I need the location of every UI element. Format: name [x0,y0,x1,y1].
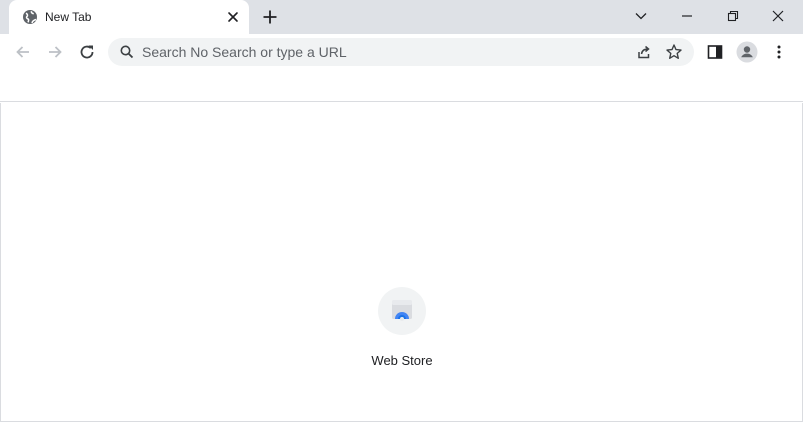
close-window-button[interactable] [755,0,801,32]
side-panel-icon [707,45,723,59]
tab-title: New Tab [45,10,92,24]
close-icon[interactable] [225,9,241,25]
web-store-icon [392,300,412,321]
reload-button[interactable] [75,40,99,64]
chevron-down-icon [635,13,647,20]
tab-new-tab[interactable]: New Tab [9,0,249,34]
profile-icon [736,41,758,63]
shortcut-web-store[interactable]: Web Store [362,285,442,375]
toolbar [0,34,803,70]
omnibox[interactable] [108,38,694,66]
tab-strip: New Tab [0,0,803,34]
new-tab-page: Web Store [0,103,803,422]
tab-search-button[interactable] [618,0,664,32]
minimize-button[interactable] [664,0,710,32]
globe-icon [22,9,38,25]
back-button[interactable] [11,40,35,64]
profile-button[interactable] [735,40,759,64]
search-icon [119,44,135,60]
menu-button[interactable] [767,40,791,64]
close-icon [772,10,784,22]
forward-button[interactable] [43,40,67,64]
share-icon[interactable] [634,42,654,62]
kebab-menu-icon [777,45,781,59]
restore-icon [727,10,739,22]
arrow-left-icon [16,46,29,58]
side-panel-button[interactable] [703,40,727,64]
restore-button[interactable] [710,0,756,32]
bookmark-bar [0,70,803,102]
reload-icon [80,45,94,59]
plus-icon[interactable] [260,7,280,27]
minimize-icon [682,15,692,17]
shortcut-label: Web Store [371,353,433,368]
shortcut-tile [378,287,426,335]
star-icon[interactable] [664,42,684,62]
arrow-right-icon [49,46,62,58]
address-bar-input[interactable] [142,38,622,66]
